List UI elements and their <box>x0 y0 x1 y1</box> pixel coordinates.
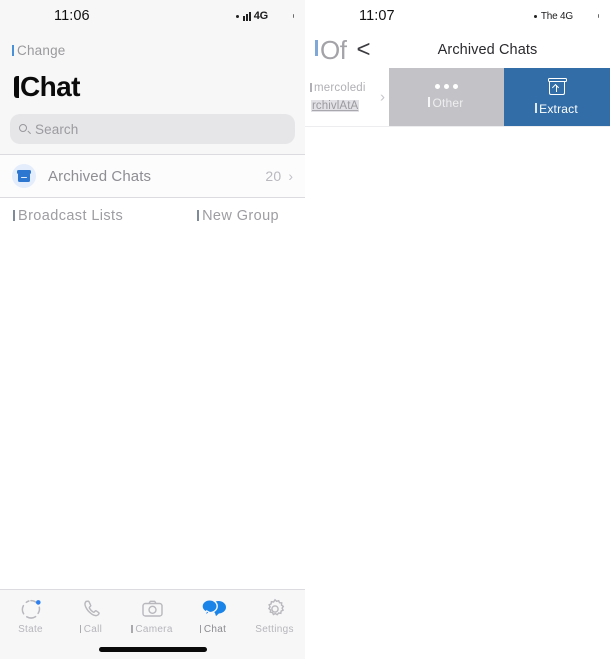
of-label: Of <box>315 37 347 63</box>
signal-dot-icon <box>235 14 239 18</box>
extract-action-button[interactable]: Extract <box>504 68 610 126</box>
other-action-label: Other <box>428 96 463 110</box>
chat-row-date: mercoledi <box>310 82 383 94</box>
chat-row-content[interactable]: mercoledi rchivlAtA › <box>305 68 389 126</box>
gear-icon <box>264 597 286 621</box>
battery-icon <box>271 11 294 21</box>
right-status-bar: 11:07 The 4G <box>305 0 610 32</box>
signal-bars-icon <box>242 11 251 21</box>
search-icon <box>19 123 30 135</box>
tab-camera[interactable]: Camera <box>122 597 183 635</box>
extract-action-label: Extract <box>535 102 578 116</box>
network-type-label: The 4G <box>540 10 573 22</box>
left-status-bar: 11:06 4G <box>0 0 305 32</box>
phone-icon <box>81 597 103 621</box>
other-action-button[interactable]: Other <box>389 68 504 126</box>
tab-settings[interactable]: Settings <box>244 597 305 635</box>
tab-state[interactable]: State <box>0 597 61 635</box>
network-type-label: 4G <box>253 10 268 22</box>
tab-camera-label: Camera <box>131 624 172 635</box>
chevron-right-icon: › <box>380 88 385 106</box>
back-chevron-icon[interactable]: < <box>356 38 370 62</box>
chevron-right-icon: › <box>288 168 293 184</box>
archived-chats-row[interactable]: Archived Chats 20 › <box>0 155 305 198</box>
ellipsis-icon <box>435 84 458 89</box>
search-container: Search <box>0 114 305 154</box>
page-title: Chat <box>0 68 305 114</box>
archive-box-icon <box>12 164 36 188</box>
chat-bubbles-icon <box>200 597 227 621</box>
unarchive-icon <box>547 78 567 95</box>
archived-chats-label: Archived Chats <box>48 167 152 185</box>
search-placeholder: Search <box>35 121 79 137</box>
left-nav-bar: Change <box>0 32 305 68</box>
broadcast-lists-button[interactable]: Broadcast Lists <box>12 208 123 224</box>
archived-chats-count: 20 <box>265 168 282 184</box>
tab-settings-label: Settings <box>255 624 294 635</box>
home-indicator <box>98 647 207 652</box>
tab-call-label: Call <box>79 624 102 635</box>
left-status-clock: 11:06 <box>54 8 90 24</box>
right-phone-screen: 11:07 The 4G Of < Archived Chats mercole… <box>305 0 610 659</box>
archived-chats-empty-area <box>305 126 610 659</box>
chat-list: Archived Chats 20 › Broadcast Lists New … <box>0 154 305 234</box>
camera-icon <box>141 597 164 621</box>
right-nav-title: Archived Chats <box>437 42 538 58</box>
left-status-indicators: 4G <box>235 10 294 22</box>
change-button[interactable]: Change <box>12 43 66 58</box>
chat-row-snippet: rchivlAtA <box>311 100 360 112</box>
right-status-indicators: The 4G <box>533 10 599 22</box>
tab-chat[interactable]: Chat <box>183 597 244 635</box>
dual-screenshot-container: 11:06 4G Change Chat Search Archived Cha… <box>0 0 610 659</box>
search-input[interactable]: Search <box>10 114 295 144</box>
tab-state-label: State <box>18 624 43 635</box>
battery-icon <box>576 11 599 21</box>
state-ring-icon <box>20 597 42 621</box>
tab-chat-label: Chat <box>199 624 226 635</box>
right-nav-bar: Of < Archived Chats <box>305 32 610 68</box>
page-title-text: Chat <box>20 71 80 102</box>
right-status-clock: 11:07 <box>359 8 395 24</box>
swiped-chat-row: mercoledi rchivlAtA › Other Extract <box>305 68 610 126</box>
signal-dot-icon <box>533 14 537 18</box>
chat-list-empty-area <box>0 228 305 591</box>
left-phone-screen: 11:06 4G Change Chat Search Archived Cha… <box>0 0 305 659</box>
new-group-button[interactable]: New Group <box>197 208 279 224</box>
tab-call[interactable]: Call <box>61 597 122 635</box>
